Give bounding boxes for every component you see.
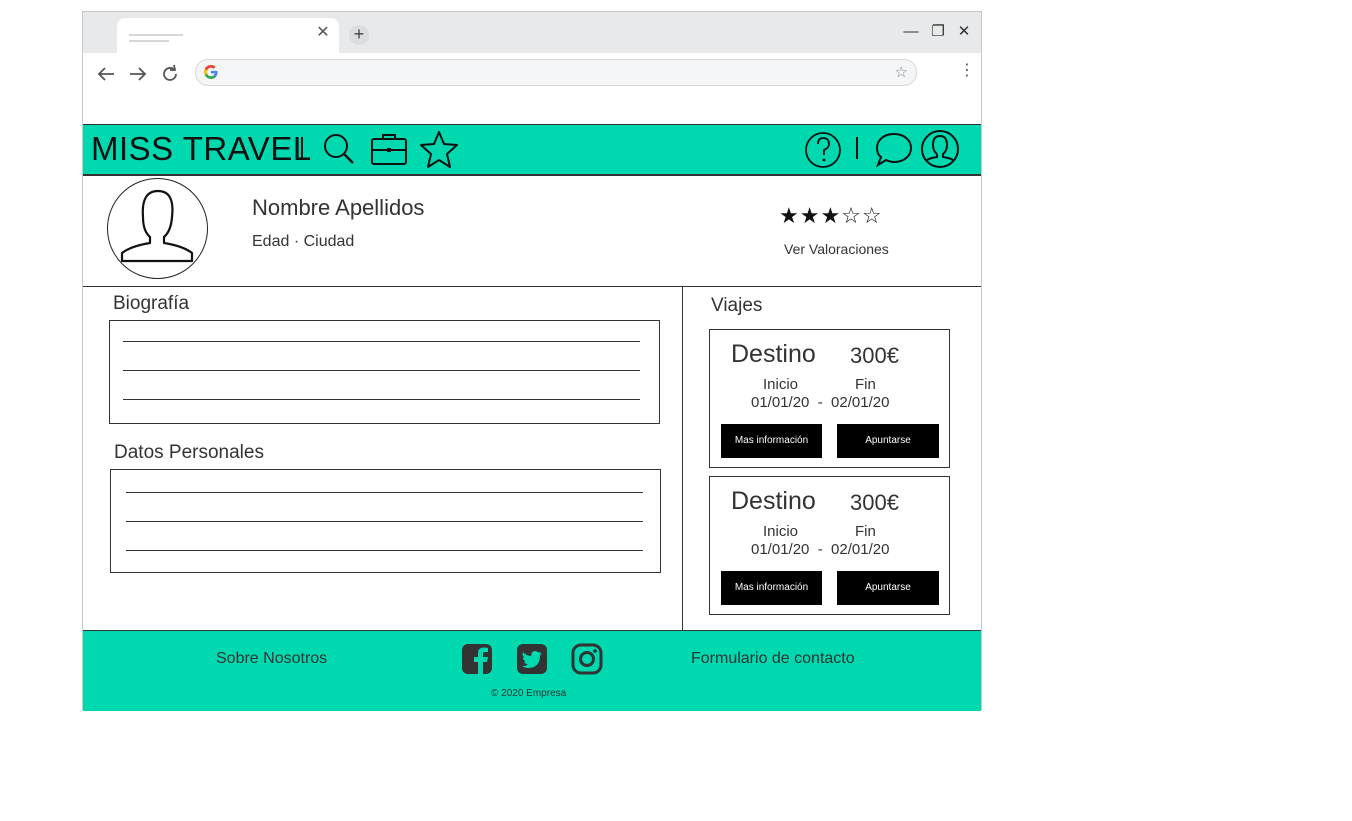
reload-icon[interactable] (159, 63, 181, 85)
address-bar[interactable]: ☆ (195, 59, 917, 86)
trip-card: Destino 300€ Inicio Fin 01/01/20 - 02/01… (709, 476, 950, 615)
tab-close-icon[interactable]: ✕ (315, 25, 331, 41)
profile-details: Biografía Datos Personales (83, 287, 683, 630)
text-line (126, 550, 643, 551)
trip-destination: Destino (731, 487, 816, 515)
trips-title: Viajes (711, 295, 763, 316)
tab-title-placeholder (129, 40, 169, 42)
window-close-button[interactable]: ✕ (954, 22, 974, 42)
join-button[interactable]: Apuntarse (837, 424, 939, 458)
minimize-button[interactable]: — (901, 22, 921, 42)
browser-menu-icon[interactable]: ⋮ (959, 63, 975, 79)
chat-icon[interactable] (874, 129, 914, 169)
trip-dates: 01/01/20 - 02/01/20 (751, 541, 890, 558)
text-line (126, 492, 643, 493)
profile-meta: Edad · Ciudad (252, 233, 355, 250)
site-logo[interactable]: MISS TRAVEL (91, 129, 312, 169)
browser-tab[interactable]: ✕ (117, 18, 339, 53)
trip-start-label: Inicio (763, 523, 799, 540)
facebook-icon[interactable] (461, 643, 493, 675)
browser-toolbar: ☆ ⋮ (83, 53, 981, 93)
trip-dates: 01/01/20 - 02/01/20 (751, 394, 890, 411)
about-link[interactable]: Sobre Nosotros (216, 650, 327, 668)
browser-window: ✕ + — ❐ ✕ ☆ ⋮ MISS TRAVEL Nombre Apellid… (82, 11, 982, 711)
trip-end-label: Fin (855, 376, 876, 393)
trip-destination: Destino (731, 340, 816, 368)
ratings-link[interactable]: Ver Valoraciones (784, 241, 889, 257)
join-button[interactable]: Apuntarse (837, 571, 939, 605)
rating-stars: ★★★☆☆ (779, 203, 883, 228)
site-header: MISS TRAVEL (83, 124, 981, 176)
trip-price: 300€ (850, 343, 899, 368)
user-silhouette-icon (120, 189, 194, 263)
more-info-button[interactable]: Mas información (721, 424, 822, 458)
browser-tab-bar: ✕ + — ❐ ✕ (83, 12, 981, 53)
forward-arrow-icon[interactable] (127, 63, 149, 85)
site-footer: Sobre Nosotros Formulario de contacto © … (83, 630, 981, 711)
trip-price: 300€ (850, 490, 899, 515)
copyright-text: © 2020 Empresa (491, 688, 567, 699)
header-divider (856, 137, 858, 159)
maximize-button[interactable]: ❐ (928, 22, 948, 42)
bio-box[interactable] (109, 320, 660, 424)
star-icon[interactable] (419, 129, 459, 169)
personal-data-title: Datos Personales (114, 442, 264, 463)
trips-panel: Viajes Destino 300€ Inicio Fin 01/01/20 … (683, 287, 981, 630)
twitter-icon[interactable] (516, 643, 548, 675)
back-arrow-icon[interactable] (95, 63, 117, 85)
user-icon[interactable] (920, 129, 960, 169)
trip-card: Destino 300€ Inicio Fin 01/01/20 - 02/01… (709, 329, 950, 468)
more-info-button[interactable]: Mas información (721, 571, 822, 605)
tab-title-placeholder (129, 34, 183, 36)
bio-title: Biografía (113, 293, 190, 314)
text-line (126, 521, 643, 522)
text-line (123, 341, 640, 342)
contact-form-link[interactable]: Formulario de contacto (691, 650, 855, 668)
new-tab-button[interactable]: + (349, 25, 369, 45)
header-divider (301, 137, 303, 159)
trip-end-label: Fin (855, 523, 876, 540)
help-icon[interactable] (803, 129, 843, 169)
text-line (123, 370, 640, 371)
search-icon[interactable] (319, 129, 359, 169)
star-bookmark-icon[interactable]: ☆ (895, 63, 908, 81)
profile-summary: Nombre Apellidos Edad · Ciudad ★★★☆☆ Ver… (83, 175, 981, 287)
text-line (123, 399, 640, 400)
avatar (107, 178, 208, 279)
trip-start-label: Inicio (763, 376, 799, 393)
briefcase-icon[interactable] (369, 129, 409, 169)
personal-data-box[interactable] (110, 469, 661, 573)
instagram-icon[interactable] (571, 643, 603, 675)
google-icon (203, 64, 219, 80)
profile-name: Nombre Apellidos (252, 195, 425, 220)
